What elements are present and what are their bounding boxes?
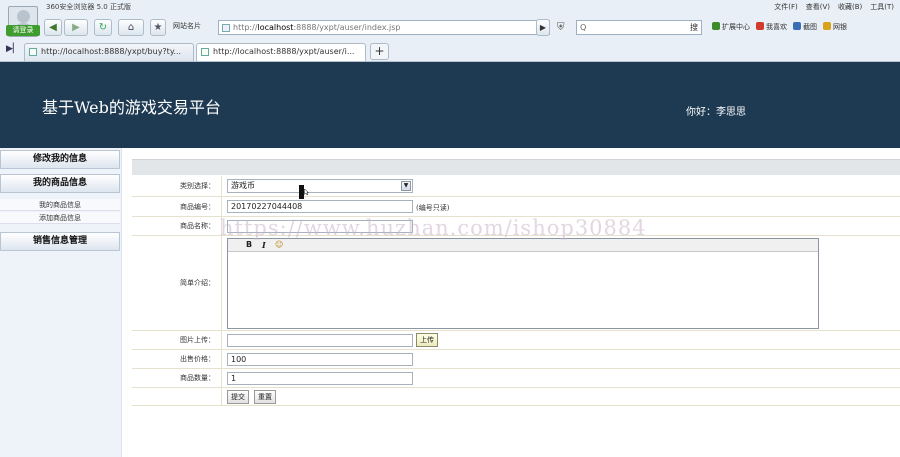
category-select[interactable]: 游戏币 ▼ xyxy=(227,179,413,193)
code-label: 商品编号： xyxy=(132,197,222,216)
favorite-button[interactable]: ★ xyxy=(150,19,166,36)
forward-button[interactable]: ▶ xyxy=(64,19,88,36)
go-button[interactable]: ▶ xyxy=(536,19,550,36)
menu-favorites[interactable]: 收藏(B) xyxy=(838,2,862,12)
url-prefix: http:// xyxy=(233,23,258,32)
tab-buy[interactable]: http://localhost:8888/yxpt/buy?ty... xyxy=(24,43,194,61)
price-row: 出售价格： 100 xyxy=(132,350,900,369)
form-header-bar xyxy=(132,159,900,175)
navigation-toolbar: ◀ ▶ ↻ ⌂ ★ 网站名片 http://localhost:8888/yxp… xyxy=(0,18,900,38)
site-card-button[interactable]: 网站名片 xyxy=(173,21,201,31)
search-icon: Q xyxy=(580,23,587,32)
tab-label: http://localhost:8888/yxpt/buy?ty... xyxy=(41,47,182,56)
back-button[interactable]: ◀ xyxy=(44,19,62,36)
sidebar-subitem-my-goods[interactable]: 我的商品信息 xyxy=(0,199,120,211)
browser-window-title: 360安全浏览器 5.0 正式版 xyxy=(46,3,131,11)
sidebar-subitem-add-goods[interactable]: 添加商品信息 xyxy=(0,212,120,224)
quantity-label: 商品数量： xyxy=(132,369,222,387)
tab-label: http://localhost:8888/yxpt/auser/i... xyxy=(213,47,355,56)
url-host: localhost xyxy=(257,23,294,32)
category-row: 类别选择： 游戏币 ▼ xyxy=(132,176,900,197)
play-icon: ▶ xyxy=(539,23,547,32)
image-label: 图片上传： xyxy=(132,331,222,349)
description-row: 简单介绍： B I ☺ xyxy=(132,236,900,331)
home-button[interactable]: ⌂ xyxy=(118,19,144,36)
sidebar-item-sales[interactable]: 销售信息管理 xyxy=(0,232,120,251)
scissors-icon xyxy=(793,22,801,30)
code-note: (编号只读) xyxy=(416,204,450,212)
name-row: 商品名称： xyxy=(132,217,900,236)
forward-arrow-icon: ▶ xyxy=(72,22,80,33)
mouse-cursor-icon xyxy=(299,185,309,199)
description-editor[interactable]: B I ☺ xyxy=(227,238,819,329)
user-greeting: 你好：李思思 xyxy=(686,107,746,118)
site-header: 基于Web的游戏交易平台 你好：李思思 xyxy=(0,62,900,148)
home-icon: ⌂ xyxy=(127,22,135,33)
name-field[interactable] xyxy=(227,220,413,233)
menu-file[interactable]: 文件(F) xyxy=(774,2,798,12)
refresh-icon: ↻ xyxy=(98,22,108,33)
page-icon xyxy=(201,48,209,56)
search-input[interactable]: Q 搜 xyxy=(576,20,702,35)
sidebar: 修改我的信息 我的商品信息 我的商品信息 添加商品信息 销售信息管理 xyxy=(0,148,122,457)
tab-auser[interactable]: http://localhost:8888/yxpt/auser/i... xyxy=(196,43,366,61)
category-value: 游戏币 xyxy=(231,181,255,190)
menu-tools[interactable]: 工具(T) xyxy=(870,2,894,12)
page-icon xyxy=(29,48,37,56)
tab-bar: ▶▏ http://localhost:8888/yxpt/buy?ty... … xyxy=(0,42,900,61)
emoji-icon[interactable]: ☺ xyxy=(275,240,283,249)
online-bank-button[interactable]: 网银 xyxy=(823,22,847,32)
shield-icon[interactable]: ⛨ xyxy=(557,22,565,33)
heart-icon xyxy=(756,22,764,30)
code-row: 商品编号： 20170227044408 (编号只读) xyxy=(132,197,900,217)
chevron-down-icon: ▼ xyxy=(401,181,411,191)
code-field[interactable]: 20170227044408 xyxy=(227,200,413,213)
site-title: 基于Web的游戏交易平台 xyxy=(42,98,221,117)
star-icon: ★ xyxy=(153,22,163,33)
bank-icon xyxy=(823,22,831,30)
page-icon xyxy=(222,24,230,32)
italic-icon[interactable]: I xyxy=(262,240,266,250)
actions-label xyxy=(132,388,222,405)
price-field[interactable]: 100 xyxy=(227,353,413,366)
browser-tools: 扩展中心 我喜欢 截图 网银 xyxy=(712,22,847,32)
upload-button[interactable]: 上传 xyxy=(416,333,438,347)
editor-toolbar: B I ☺ xyxy=(228,239,818,252)
new-tab-button[interactable]: + xyxy=(370,43,389,60)
image-path-field[interactable] xyxy=(227,334,413,347)
bold-icon[interactable]: B xyxy=(246,240,252,249)
submit-button[interactable]: 提交 xyxy=(227,390,249,404)
menu-view[interactable]: 查看(V) xyxy=(806,2,830,12)
sidebar-item-my-goods[interactable]: 我的商品信息 xyxy=(0,174,120,193)
quantity-field[interactable]: 1 xyxy=(227,372,413,385)
name-label: 商品名称： xyxy=(132,217,222,235)
back-arrow-icon: ◀ xyxy=(49,22,57,33)
like-button[interactable]: 我喜欢 xyxy=(756,22,787,32)
browser-chrome: 请登录 360安全浏览器 5.0 正式版 文件(F) 查看(V) 收藏(B) 工… xyxy=(0,0,900,62)
extension-center-button[interactable]: 扩展中心 xyxy=(712,22,750,32)
price-label: 出售价格： xyxy=(132,350,222,368)
refresh-button[interactable]: ↻ xyxy=(94,19,112,36)
puzzle-icon xyxy=(712,22,720,30)
actions-row: 提交 重置 xyxy=(132,388,900,406)
address-bar[interactable]: http://localhost:8888/yxpt/auser/index.j… xyxy=(218,20,550,35)
category-label: 类别选择： xyxy=(132,176,222,196)
search-button[interactable]: 搜 xyxy=(690,21,698,34)
url-rest: :8888/yxpt/auser/index.jsp xyxy=(293,23,401,32)
description-label: 简单介绍： xyxy=(132,236,222,330)
sidebar-toggle-icon[interactable]: ▶▏ xyxy=(6,44,20,54)
browser-menu: 文件(F) 查看(V) 收藏(B) 工具(T) xyxy=(774,2,894,12)
screenshot-button[interactable]: 截图 xyxy=(793,22,817,32)
sidebar-item-edit-profile[interactable]: 修改我的信息 xyxy=(0,150,120,169)
image-row: 图片上传： 上传 xyxy=(132,331,900,350)
quantity-row: 商品数量： 1 xyxy=(132,369,900,388)
reset-button[interactable]: 重置 xyxy=(254,390,276,404)
